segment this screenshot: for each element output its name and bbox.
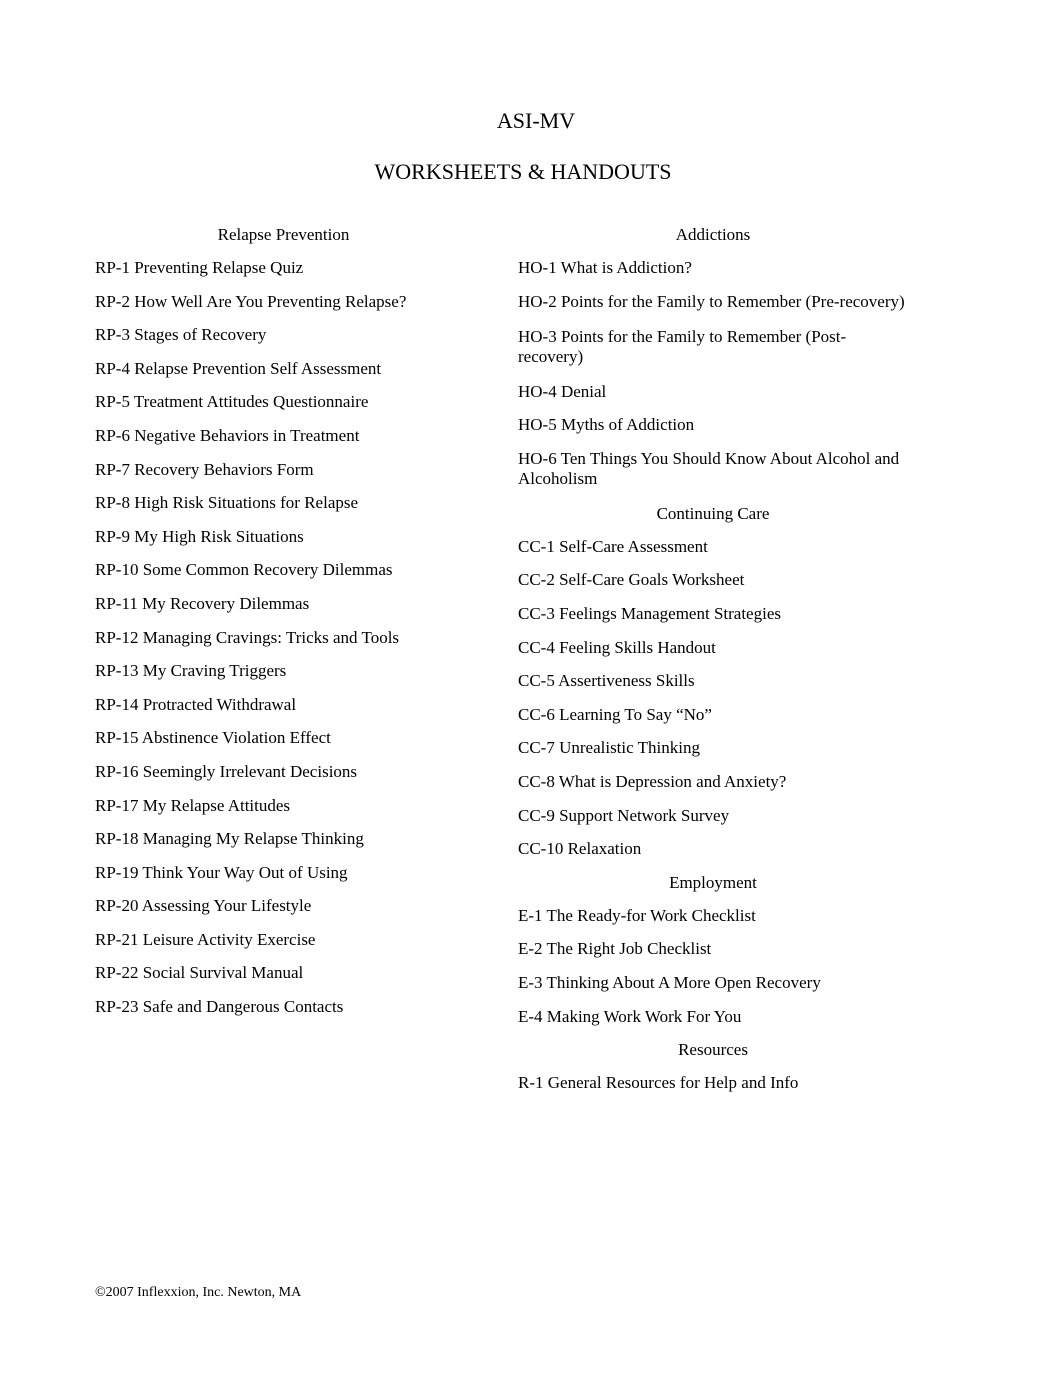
handout-item: CC-10 Relaxation <box>518 839 642 859</box>
handout-item: RP-6 Negative Behaviors in Treatment <box>95 425 360 445</box>
section-heading: Addictions <box>675 225 751 244</box>
handout-item: CC-2 Self-Care Goals Worksheet <box>518 570 745 590</box>
handout-item: RP-20 Assessing Your Lifestyle <box>95 896 312 916</box>
handout-item: RP-17 My Relapse Attitudes <box>95 795 291 815</box>
handout-item: CC-3 Feelings Management Strategies <box>518 603 781 623</box>
handout-item: RP-12 Managing Cravings: Tricks and Tool… <box>95 627 400 647</box>
document-title: ASI-MV <box>496 108 576 133</box>
handout-item: CC-8 What is Depression and Anxiety? <box>518 771 787 791</box>
copyright-footer: ©2007 Inflexxion, Inc. Newton, MA <box>95 1285 302 1300</box>
handout-item: RP-22 Social Survival Manual <box>95 963 304 983</box>
handout-item: RP-5 Treatment Attitudes Questionnaire <box>95 392 369 412</box>
handout-item: RP-23 Safe and Dangerous Contacts <box>95 997 344 1017</box>
handout-item: RP-7 Recovery Behaviors Form <box>95 459 314 479</box>
handout-item: RP-4 Relapse Prevention Self Assessment <box>95 358 382 378</box>
section-addictions: Addictions HO-1 What is Addiction? HO-2 Po… <box>518 225 908 489</box>
handout-item: RP-15 Abstinence Violation Effect <box>95 728 331 748</box>
handout-item: RP-14 Protracted Withdrawal <box>95 694 297 714</box>
handout-item: HO-3 Points for the Family to Remember (… <box>518 326 847 366</box>
handout-item: CC-1 Self-Care Assessment <box>518 536 708 556</box>
handout-item: CC-4 Feeling Skills Handout <box>518 637 716 657</box>
handout-item: E-1 The Ready-for Work Checklist <box>518 905 756 925</box>
handout-item: HO-6 Ten Things You Should Know About Al… <box>518 448 900 488</box>
handout-item: CC-5 Assertiveness Skills <box>518 671 695 691</box>
left-column: Relapse Prevention RP-1 Preventing Relaps… <box>95 225 472 1031</box>
handout-item: R-1 General Resources for Help and Info <box>518 1073 799 1093</box>
section-heading: Continuing Care <box>656 503 770 523</box>
handout-item: HO-4 Denial <box>518 381 607 401</box>
handout-item: RP-18 Managing My Relapse Thinking <box>95 829 364 849</box>
handout-item: HO-1 What is Addiction? <box>518 258 692 277</box>
handout-item: E-4 Making Work Work For You <box>518 1006 742 1026</box>
section-continuing-care: Continuing Care CC-1 Self-Care Assessment… <box>518 504 908 859</box>
handout-item: E-2 The Right Job Checklist <box>518 939 712 959</box>
section-heading: Relapse Prevention <box>217 225 350 244</box>
handout-item: RP-8 High Risk Situations for Relapse <box>95 493 359 513</box>
handout-item: E-3 Thinking About A More Open Recovery <box>518 972 821 992</box>
handout-item: RP-11 My Recovery Dilemmas <box>95 593 310 613</box>
handout-item: CC-6 Learning To Say “No” <box>518 704 712 724</box>
section-employment: Employment E-1 The Ready-for Work Checkli… <box>518 873 908 1027</box>
right-column: Addictions HO-1 What is Addiction? HO-2 Po… <box>518 225 908 1107</box>
handout-item: RP-16 Seemingly Irrelevant Decisions <box>95 761 358 781</box>
section-heading: Resources <box>678 1040 748 1060</box>
section-heading: Employment <box>669 872 757 892</box>
handout-item: RP-19 Think Your Way Out of Using <box>95 862 348 882</box>
handout-item: RP-21 Leisure Activity Exercise <box>95 929 316 949</box>
handout-item: CC-9 Support Network Survey <box>518 805 730 825</box>
handout-item: HO-5 Myths of Addiction <box>518 415 695 435</box>
handout-item: RP-3 Stages of Recovery <box>95 325 267 345</box>
section-relapse-prevention: Relapse Prevention RP-1 Preventing Relaps… <box>95 225 472 1017</box>
section-resources: Resources R-1 General Resources for Help … <box>518 1040 908 1093</box>
handout-item: CC-7 Unrealistic Thinking <box>518 738 700 758</box>
handout-item: RP-10 Some Common Recovery Dilemmas <box>95 560 393 580</box>
handout-item: HO-2 Points for the Family to Remember (… <box>518 291 905 311</box>
document-subtitle: WORKSHEETS & HANDOUTS <box>374 159 672 184</box>
handout-item: RP-1 Preventing Relapse Quiz <box>95 258 304 277</box>
handout-item: RP-2 How Well Are You Preventing Relapse… <box>95 291 407 311</box>
handout-item: RP-13 My Craving Triggers <box>95 661 287 681</box>
handout-item: RP-9 My High Risk Situations <box>95 526 304 546</box>
